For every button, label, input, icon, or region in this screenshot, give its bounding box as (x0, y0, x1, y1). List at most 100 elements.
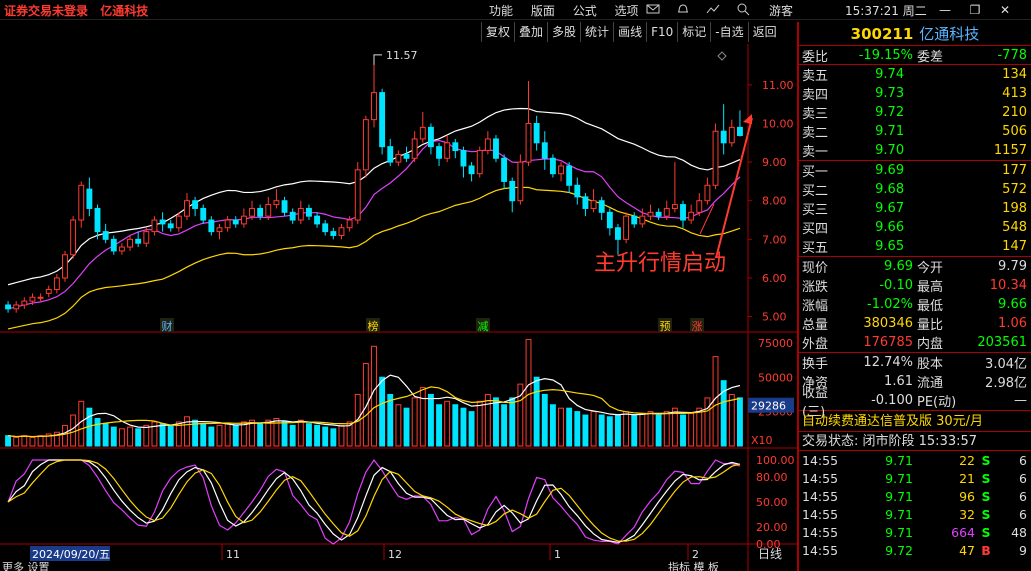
ask-row[interactable]: 卖五 9.74 134 (799, 65, 1031, 84)
candle (598, 200, 605, 213)
event-label: 减 (478, 320, 489, 333)
candle (411, 138, 418, 159)
volume-bar (257, 423, 264, 447)
candle (143, 231, 150, 244)
fund-row: 换手 12.74% 股本 3.04亿 (799, 353, 1031, 372)
stat-value: -0.10 (879, 278, 913, 293)
bid-price: 9.66 (875, 220, 905, 235)
fund-value: — (1014, 393, 1027, 408)
close-icon[interactable]: ✕ (990, 0, 1020, 20)
menu-function[interactable]: 功能 (489, 4, 513, 18)
diamond-icon[interactable] (717, 51, 727, 61)
volume-bar (427, 393, 434, 447)
volume-bar (297, 419, 304, 447)
candle (249, 207, 255, 217)
osc-axis-label: 20.00 (756, 521, 788, 534)
stat-row: 总量 380346 量比 1.06 (799, 314, 1031, 333)
btn-fuquan[interactable]: 复权 (481, 22, 514, 42)
menu-formula[interactable]: 公式 (573, 4, 597, 18)
trend-icon[interactable] (706, 2, 720, 16)
candle (704, 184, 711, 202)
restore-icon[interactable]: ❐ (960, 0, 990, 20)
ask-volume: 506 (1002, 124, 1027, 139)
tick-count: 48 (1011, 524, 1027, 540)
candle (257, 207, 264, 217)
volume-bar (208, 426, 215, 447)
candle (62, 254, 68, 279)
bid-row[interactable]: 买三 9.67 198 (799, 199, 1031, 218)
candle (192, 200, 199, 209)
btn-mark[interactable]: 标记 (677, 22, 710, 42)
btn-watchlist[interactable]: -自选 (710, 22, 747, 42)
tick-direction: S (981, 470, 991, 486)
tick-volume: 32 (959, 506, 975, 522)
candle (322, 223, 329, 233)
menu-options[interactable]: 选项 (615, 4, 639, 18)
stat-value: -1.02% (867, 297, 913, 312)
ask-row[interactable]: 卖四 9.73 413 (799, 84, 1031, 103)
candle (452, 142, 459, 152)
bid-row[interactable]: 买二 9.68 572 (799, 180, 1031, 199)
tick-volume: 21 (959, 470, 975, 486)
btn-stats[interactable]: 统计 (580, 22, 613, 42)
month-label: 12 (388, 548, 402, 561)
volume-bar (62, 424, 68, 447)
volume-bar (411, 397, 418, 447)
tick-count: 9 (1019, 542, 1027, 558)
ask-volume: 210 (1002, 105, 1027, 120)
btn-f10[interactable]: F10 (646, 22, 677, 42)
chart-svg[interactable]: 11.00 10.00 9.00 8.00 7.00 6.00 5.00 11.57 主升行情启… (0, 44, 797, 571)
volume-bar (395, 404, 402, 447)
candle (306, 207, 312, 217)
guest-label[interactable]: 游客 (769, 2, 793, 19)
tick-price: 9.71 (885, 488, 913, 504)
bid-row[interactable]: 买一 9.69 177 (799, 161, 1031, 180)
minimize-icon[interactable]: — (930, 0, 960, 20)
btn-overlay[interactable]: 叠加 (514, 22, 547, 42)
ask-row[interactable]: 卖三 9.72 210 (799, 103, 1031, 122)
tick-direction: S (981, 452, 991, 468)
volume-bar (696, 407, 703, 447)
candle (444, 142, 451, 159)
volume-bar (680, 414, 686, 447)
volume-bar (371, 345, 377, 447)
tick-time: 14:55 (802, 452, 839, 468)
bid-row[interactable]: 买四 9.66 548 (799, 218, 1031, 237)
tick-time: 14:55 (802, 506, 839, 522)
candle (663, 207, 670, 217)
candle (338, 227, 345, 236)
btn-back[interactable]: 返回 (747, 22, 781, 42)
ask-row[interactable]: 卖二 9.71 506 (799, 122, 1031, 141)
price-axis-label: 6.00 (762, 272, 787, 285)
btn-multi[interactable]: 多股 (547, 22, 580, 42)
envelope-icon[interactable] (646, 2, 660, 16)
tick-count: 6 (1019, 506, 1027, 522)
tick-price: 9.71 (885, 524, 913, 540)
bid-label: 买三 (802, 203, 829, 218)
volume-bar (232, 424, 239, 447)
weibi-value: -19.15% (858, 47, 913, 63)
volume-bar (135, 428, 142, 447)
date-tag: 2024/09/20/五 (32, 548, 110, 561)
login-status: 证券交易未登录 亿通科技 (4, 2, 148, 19)
search-icon[interactable] (736, 2, 750, 16)
tick-row: 14:55 9.71 21 S 6 (799, 469, 1031, 487)
stat-value: 203561 (977, 335, 1027, 350)
menu-layout[interactable]: 版面 (531, 4, 555, 18)
ask-row[interactable]: 卖一 9.70 1157 (799, 141, 1031, 160)
candle (232, 219, 239, 225)
btn-draw[interactable]: 画线 (613, 22, 646, 42)
bid-row[interactable]: 买五 9.65 147 (799, 237, 1031, 256)
candle (200, 207, 207, 221)
trade-status: 交易状态: 闭市阶段 15:33:57 (799, 432, 1031, 451)
subscription-ad[interactable]: 自动续费通达信普及版 30元/月 (799, 411, 1031, 432)
candle (387, 146, 394, 163)
stat-label: 最低 (917, 299, 944, 314)
candle (216, 227, 223, 233)
stat-row: 涨幅 -1.02% 最低 9.66 (799, 295, 1031, 314)
bell-icon[interactable] (676, 2, 690, 16)
volume-bar (362, 363, 369, 447)
kline-chart[interactable]: 11.00 10.00 9.00 8.00 7.00 6.00 5.00 11.57 主升行情启… (0, 44, 797, 571)
candle (736, 126, 743, 136)
volume-bar (590, 411, 597, 447)
